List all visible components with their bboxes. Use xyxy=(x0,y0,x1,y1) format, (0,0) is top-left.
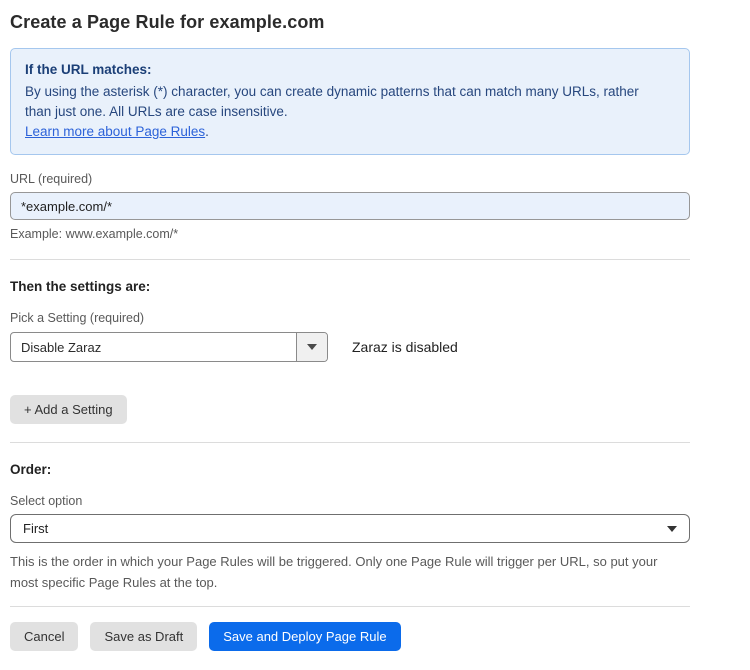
chevron-down-icon xyxy=(307,344,317,350)
setting-dropdown-arrow-button[interactable] xyxy=(296,333,327,361)
url-field-label: URL (required) xyxy=(10,172,700,186)
add-setting-button[interactable]: + Add a Setting xyxy=(10,395,127,424)
setting-dropdown-value: Disable Zaraz xyxy=(11,333,296,361)
order-select[interactable]: First xyxy=(10,514,690,543)
save-and-deploy-button[interactable]: Save and Deploy Page Rule xyxy=(209,622,400,651)
order-select-value: First xyxy=(23,521,48,536)
select-option-label: Select option xyxy=(10,494,700,508)
link-suffix: . xyxy=(205,124,209,139)
setting-status-text: Zaraz is disabled xyxy=(352,339,458,355)
learn-more-link[interactable]: Learn more about Page Rules xyxy=(25,124,205,139)
page-rule-form: Create a Page Rule for example.com If th… xyxy=(0,0,700,651)
url-example-helper: Example: www.example.com/* xyxy=(10,227,700,241)
chevron-down-icon xyxy=(667,526,677,532)
order-section-heading: Order: xyxy=(10,462,700,477)
setting-row: Disable Zaraz Zaraz is disabled xyxy=(10,332,700,362)
footer-actions: Cancel Save as Draft Save and Deploy Pag… xyxy=(10,622,700,651)
save-as-draft-button[interactable]: Save as Draft xyxy=(90,622,197,651)
cancel-button[interactable]: Cancel xyxy=(10,622,78,651)
divider xyxy=(10,259,690,260)
page-title: Create a Page Rule for example.com xyxy=(10,12,700,33)
divider xyxy=(10,442,690,443)
info-box-body: By using the asterisk (*) character, you… xyxy=(25,82,665,122)
info-box-link-line: Learn more about Page Rules. xyxy=(25,122,675,142)
divider xyxy=(10,606,690,607)
url-input[interactable] xyxy=(10,192,690,220)
info-box-heading: If the URL matches: xyxy=(25,60,675,80)
pick-setting-label: Pick a Setting (required) xyxy=(10,311,700,325)
url-match-info-box: If the URL matches: By using the asteris… xyxy=(10,48,690,155)
order-helper-text: This is the order in which your Page Rul… xyxy=(10,551,682,593)
settings-section-heading: Then the settings are: xyxy=(10,279,700,294)
setting-dropdown[interactable]: Disable Zaraz xyxy=(10,332,328,362)
